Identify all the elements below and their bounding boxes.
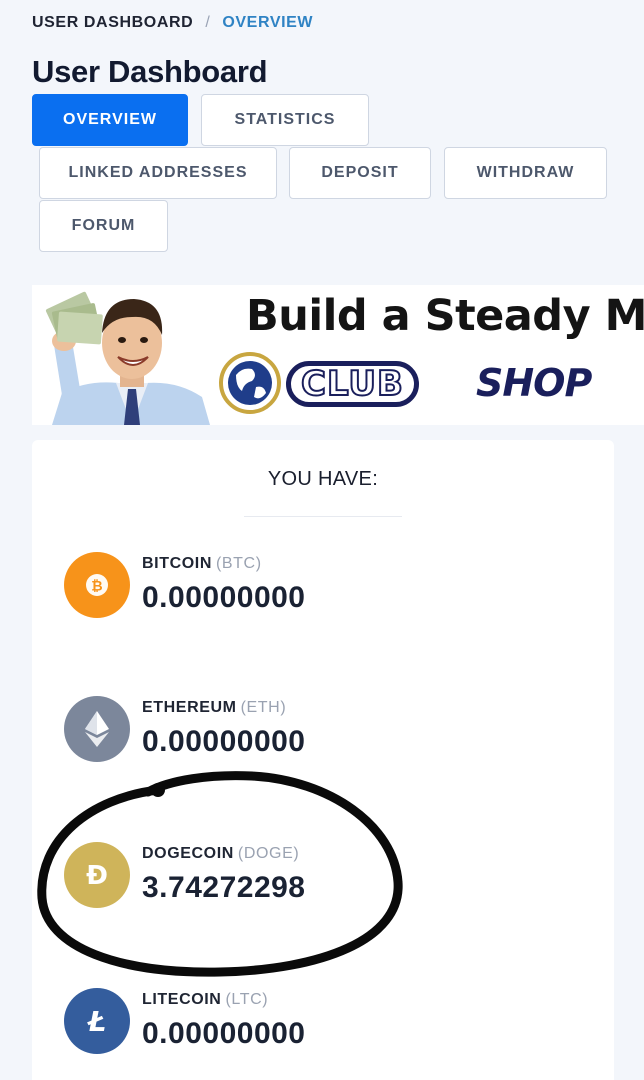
coin-symbol: (ETH) <box>240 699 287 716</box>
hand-drawn-circle-annotation <box>37 771 403 977</box>
breadcrumb-home-link[interactable]: USER DASHBOARD <box>32 14 193 32</box>
coin-symbol: (BTC) <box>215 555 262 572</box>
person-holding-money-image <box>45 291 210 425</box>
bitcoin-icon: ₿ <box>64 552 130 618</box>
coin-amount: 0.00000000 <box>142 581 306 614</box>
tab-withdraw[interactable]: WITHDRAW <box>444 147 607 199</box>
litecoin-icon: Ł <box>64 988 130 1054</box>
coin-row-bitcoin: ₿ BITCOIN (BTC) 0.00000000 <box>64 552 306 618</box>
coin-symbol: (LTC) <box>225 991 269 1008</box>
banner-logo-club: CLUB <box>286 361 419 407</box>
tab-forum[interactable]: FORUM <box>39 200 168 252</box>
tab-deposit[interactable]: DEPOSIT <box>289 147 431 199</box>
tab-linked-addresses[interactable]: LINKED ADDRESSES <box>39 147 277 199</box>
banner-ad[interactable]: Build a Steady M CLUB SHOP <box>32 285 644 425</box>
banner-logo-shop: SHOP <box>476 361 592 405</box>
svg-text:₿: ₿ <box>91 579 102 595</box>
coin-name: BITCOIN (BTC) <box>142 555 262 572</box>
coin-name: LITECOIN (LTC) <box>142 991 269 1008</box>
tab-statistics[interactable]: STATISTICS <box>201 94 369 146</box>
breadcrumb: USER DASHBOARD / OVERVIEW <box>32 14 313 32</box>
ethereum-icon <box>64 696 130 762</box>
tab-overview[interactable]: OVERVIEW <box>32 94 188 146</box>
page-title: User Dashboard <box>32 54 268 89</box>
divider <box>244 516 402 517</box>
breadcrumb-current: OVERVIEW <box>222 14 314 31</box>
svg-text:Ł: Ł <box>87 1005 106 1038</box>
coin-row-ethereum: ETHEREUM (ETH) 0.00000000 <box>64 696 306 762</box>
banner-headline: Build a Steady M <box>246 291 644 341</box>
coin-amount: 0.00000000 <box>142 725 306 758</box>
coin-name: ETHEREUM (ETH) <box>142 699 287 716</box>
coin-row-litecoin: Ł LITECOIN (LTC) 0.00000000 <box>64 988 306 1054</box>
coin-amount: 0.00000000 <box>142 1017 306 1050</box>
balances-title: YOU HAVE: <box>267 468 379 490</box>
breadcrumb-separator: / <box>205 14 211 31</box>
globe-icon <box>219 352 281 414</box>
